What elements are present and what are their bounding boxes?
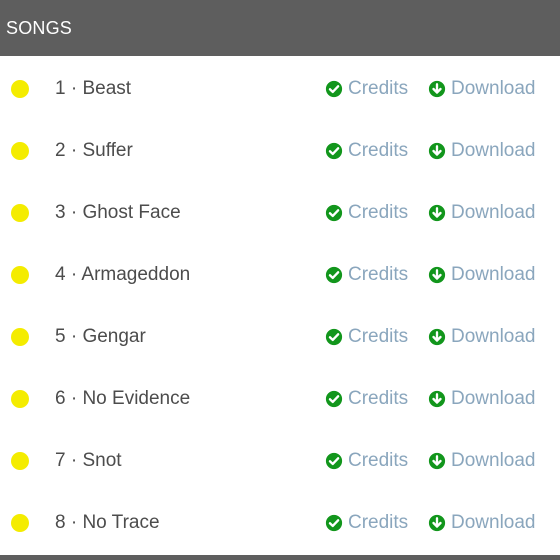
download-link[interactable]: Download — [428, 78, 536, 100]
download-label: Download — [451, 202, 536, 223]
download-circle-icon — [428, 266, 446, 284]
download-label: Download — [451, 388, 536, 409]
download-circle-icon — [428, 80, 446, 98]
credits-link[interactable]: Credits — [325, 140, 408, 162]
download-circle-icon — [428, 328, 446, 346]
status-dot — [11, 328, 29, 346]
song-row: 7 · Snot Credits Download — [0, 430, 560, 492]
credits-label: Credits — [348, 78, 409, 99]
credits-label: Credits — [348, 202, 409, 223]
songs-header: SONGS — [0, 0, 560, 56]
bottom-bar — [0, 555, 560, 560]
song-row: 3 · Ghost Face Credits Download — [0, 182, 560, 244]
song-title: 1 · Beast — [55, 78, 132, 99]
credits-link[interactable]: Credits — [325, 264, 408, 286]
download-circle-icon — [428, 204, 446, 222]
status-dot — [11, 266, 29, 284]
download-link[interactable]: Download — [428, 140, 536, 162]
download-label: Download — [451, 264, 536, 285]
download-link[interactable]: Download — [428, 202, 536, 224]
download-label: Download — [451, 140, 536, 161]
status-dot — [11, 142, 29, 160]
download-link[interactable]: Download — [428, 326, 536, 348]
download-link[interactable]: Download — [428, 388, 536, 410]
download-circle-icon — [428, 390, 446, 408]
credits-link[interactable]: Credits — [325, 202, 408, 224]
download-label: Download — [451, 450, 536, 471]
song-title: 5 · Gengar — [55, 326, 146, 347]
credits-link[interactable]: Credits — [325, 388, 408, 410]
song-title: 4 · Armageddon — [55, 264, 191, 285]
credits-link[interactable]: Credits — [325, 326, 408, 348]
download-label: Download — [451, 326, 536, 347]
credits-label: Credits — [348, 512, 409, 533]
check-circle-icon — [325, 452, 343, 470]
credits-label: Credits — [348, 388, 409, 409]
song-row: 2 · Suffer Credits Download — [0, 120, 560, 182]
download-label: Download — [451, 78, 536, 99]
song-title: 7 · Snot — [55, 450, 122, 471]
check-circle-icon — [325, 142, 343, 160]
credits-label: Credits — [348, 450, 409, 471]
page-title: SONGS — [6, 17, 73, 38]
credits-label: Credits — [348, 140, 409, 161]
check-circle-icon — [325, 328, 343, 346]
download-link[interactable]: Download — [428, 264, 536, 286]
song-title: 2 · Suffer — [55, 140, 133, 161]
credits-label: Credits — [348, 326, 409, 347]
song-title: 8 · No Trace — [55, 512, 160, 533]
download-circle-icon — [428, 514, 446, 532]
download-link[interactable]: Download — [428, 450, 536, 472]
song-row: 4 · Armageddon Credits Download — [0, 244, 560, 306]
download-label: Download — [451, 512, 536, 533]
check-circle-icon — [325, 266, 343, 284]
credits-link[interactable]: Credits — [325, 512, 408, 534]
song-row: 1 · Beast Credits Download — [0, 58, 560, 120]
status-dot — [11, 452, 29, 470]
status-dot — [11, 514, 29, 532]
check-circle-icon — [325, 204, 343, 222]
status-dot — [11, 80, 29, 98]
check-circle-icon — [325, 390, 343, 408]
download-circle-icon — [428, 452, 446, 470]
song-list: 1 · Beast Credits Download 2 · Suffer Cr… — [0, 58, 560, 554]
song-title: 6 · No Evidence — [55, 388, 191, 409]
check-circle-icon — [325, 514, 343, 532]
song-row: 5 · Gengar Credits Download — [0, 306, 560, 368]
song-title: 3 · Ghost Face — [55, 202, 181, 223]
song-row: 6 · No Evidence Credits Download — [0, 368, 560, 430]
download-circle-icon — [428, 142, 446, 160]
status-dot — [11, 204, 29, 222]
status-dot — [11, 390, 29, 408]
song-row: 8 · No Trace Credits Download — [0, 492, 560, 554]
credits-link[interactable]: Credits — [325, 78, 408, 100]
credits-label: Credits — [348, 264, 409, 285]
credits-link[interactable]: Credits — [325, 450, 408, 472]
download-link[interactable]: Download — [428, 512, 536, 534]
check-circle-icon — [325, 80, 343, 98]
